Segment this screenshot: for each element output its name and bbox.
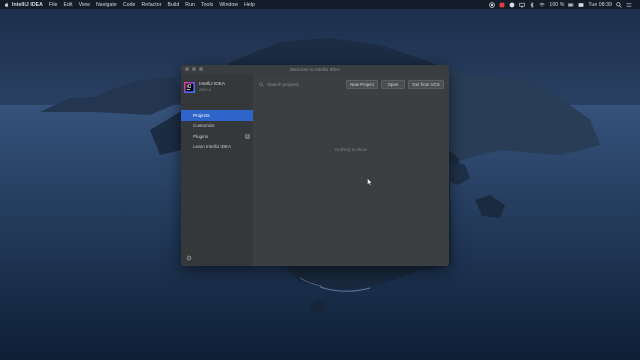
window-controls [185,67,203,71]
record-icon[interactable] [489,1,496,8]
sidebar-item-label: Projects [193,112,210,118]
menu-clock[interactable]: Tue 08:39 [588,2,612,8]
zoom-window-button[interactable] [199,67,203,71]
menu-run[interactable]: Run [185,2,195,8]
plugins-update-badge: 1 [245,133,250,139]
sidebar-item-plugins[interactable]: Plugins 1 [181,131,253,142]
menu-bar: IntelliJ IDEA File Edit View Navigate Co… [0,0,640,9]
menu-edit[interactable]: Edit [63,2,72,8]
sidebar-item-learn[interactable]: Learn IntelliJ IDEA [181,142,253,153]
sidebar-item-label: Learn IntelliJ IDEA [193,144,232,150]
wifi-icon[interactable] [539,2,545,8]
menu-navigate[interactable]: Navigate [96,2,117,8]
search-input[interactable] [267,81,343,87]
new-project-button[interactable]: New Project [346,79,378,89]
status-tray: 100 % Tue 08:39 [489,1,640,8]
search-icon[interactable] [616,1,622,8]
intellij-logo-icon [184,82,195,93]
sidebar-item-label: Plugins [193,133,209,139]
projects-panel: New Project Open Get from VCS Nothing to… [253,74,449,266]
window-title: Welcome to IntelliJ IDEA [289,67,341,72]
search-icon [259,81,264,87]
menu-build[interactable]: Build [167,2,179,8]
display-icon[interactable] [519,2,526,8]
mouse-cursor-icon [367,178,373,186]
menu-help[interactable]: Help [244,2,255,8]
menu-refactor[interactable]: Refactor [141,2,161,8]
screen-recording-icon[interactable] [499,2,505,8]
empty-state-text: Nothing to show [335,147,367,152]
sidebar-nav: Projects Customize Plugins 1 Learn Intel… [181,110,253,152]
apple-logo-icon[interactable] [4,2,9,7]
search-projects [259,81,345,87]
menu-code[interactable]: Code [123,2,136,8]
input-source-icon[interactable] [578,2,584,8]
menu-tools[interactable]: Tools [201,2,213,8]
menu-view[interactable]: View [79,2,90,8]
minimize-window-button[interactable] [192,67,196,71]
battery-icon[interactable] [568,2,574,8]
menu-app-name[interactable]: IntelliJ IDEA [12,2,43,8]
menu-window[interactable]: Window [219,2,238,8]
control-center-icon[interactable] [626,2,632,8]
projects-toolbar: New Project Open Get from VCS [253,79,449,89]
sidebar-item-projects[interactable]: Projects [181,110,253,121]
get-from-vcs-button[interactable]: Get from VCS [408,79,444,89]
product-version: 2020.3 [199,88,211,92]
brand-header: IntelliJ IDEA 2020.3 [181,74,253,102]
battery-percentage: 100 % [549,1,565,8]
sidebar-item-customize[interactable]: Customize [181,121,253,132]
bluetooth-icon[interactable] [529,1,535,8]
menu-file[interactable]: File [49,2,58,8]
open-button[interactable]: Open [381,79,405,89]
gear-icon[interactable] [186,255,192,261]
sidebar: IntelliJ IDEA 2020.3 Projects Customize … [181,74,253,266]
welcome-window: Welcome to IntelliJ IDEA IntelliJ IDEA 2… [181,65,449,266]
window-titlebar[interactable]: Welcome to IntelliJ IDEA [181,65,449,74]
app-status-icon[interactable] [509,2,515,8]
sidebar-item-label: Customize [193,123,215,129]
close-window-button[interactable] [185,67,189,71]
